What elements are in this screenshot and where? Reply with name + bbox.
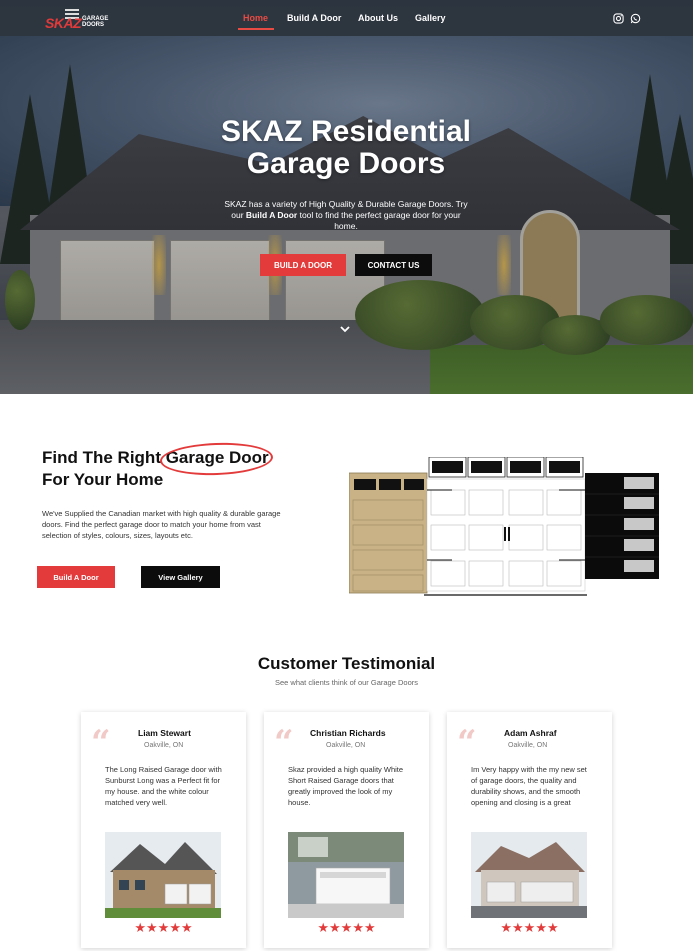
- testimonial-card: “ Adam Ashraf Oakville, ON Im Very happy…: [447, 712, 612, 948]
- logo-subtext: GARAGE DOORS: [82, 16, 109, 28]
- build-a-door-button-secondary[interactable]: Build A Door: [37, 566, 115, 588]
- logo[interactable]: SKAZ GARAGE DOORS: [45, 7, 115, 31]
- testimonial-name: Liam Stewart: [138, 728, 191, 738]
- testimonial-name: Christian Richards: [310, 728, 386, 738]
- testimonial-house-image: [471, 832, 587, 918]
- testimonial-subtitle: See what clients think of our Garage Doo…: [275, 678, 418, 687]
- find-door-text: We've Supplied the Canadian market with …: [42, 509, 281, 540]
- testimonial-text: Im Very happy with the my new set of gar…: [471, 765, 587, 807]
- testimonial-heading: Customer Testimonial: [257, 654, 436, 673]
- testimonial-card: “ Liam Stewart Oakville, ON The Long Rai…: [81, 712, 246, 948]
- chevron-down-icon[interactable]: [339, 323, 351, 335]
- nav-home[interactable]: Home: [243, 13, 268, 23]
- logo-text: SKAZ: [45, 15, 82, 31]
- rating-stars: ★★★★★: [500, 920, 559, 935]
- nav-active-indicator: [238, 28, 274, 30]
- testimonial-text: The Long Raised Garage door with Sunburs…: [105, 765, 222, 807]
- testimonial-name: Adam Ashraf: [504, 728, 557, 738]
- quote-icon: “: [457, 723, 477, 763]
- rating-stars: ★★★★★: [317, 920, 376, 935]
- testimonial-house-image: [288, 832, 404, 918]
- nav-gallery[interactable]: Gallery: [415, 13, 446, 23]
- testimonial-house-image: [105, 832, 221, 918]
- hero-title: SKAZ Residential Garage Doors: [220, 115, 472, 180]
- testimonial-location: Oakville, ON: [326, 742, 366, 749]
- hero-subtitle: SKAZ has a variety of High Quality & Dur…: [224, 199, 468, 231]
- testimonial-card: “ Christian Richards Oakville, ON Skaz p…: [264, 712, 429, 948]
- testimonial-text: Skaz provided a high quality White Short…: [288, 765, 404, 807]
- nav-build-a-door[interactable]: Build A Door: [287, 13, 341, 23]
- view-gallery-button[interactable]: View Gallery: [141, 566, 220, 588]
- quote-icon: “: [91, 723, 111, 763]
- testimonial-location: Oakville, ON: [508, 742, 548, 749]
- instagram-icon[interactable]: [613, 13, 624, 24]
- garage-door-styles-illustration: [349, 457, 659, 596]
- nav-about-us[interactable]: About Us: [358, 13, 398, 23]
- rating-stars: ★★★★★: [134, 920, 193, 935]
- testimonial-location: Oakville, ON: [144, 742, 184, 749]
- build-a-door-button[interactable]: BUILD A DOOR: [260, 254, 346, 276]
- whatsapp-icon[interactable]: [630, 13, 641, 24]
- hero-section: SKAZ GARAGE DOORS Home Build A Door Abou…: [0, 0, 693, 394]
- navbar: SKAZ GARAGE DOORS Home Build A Door Abou…: [0, 0, 693, 36]
- contact-us-button[interactable]: CONTACT US: [355, 254, 432, 276]
- quote-icon: “: [274, 723, 294, 763]
